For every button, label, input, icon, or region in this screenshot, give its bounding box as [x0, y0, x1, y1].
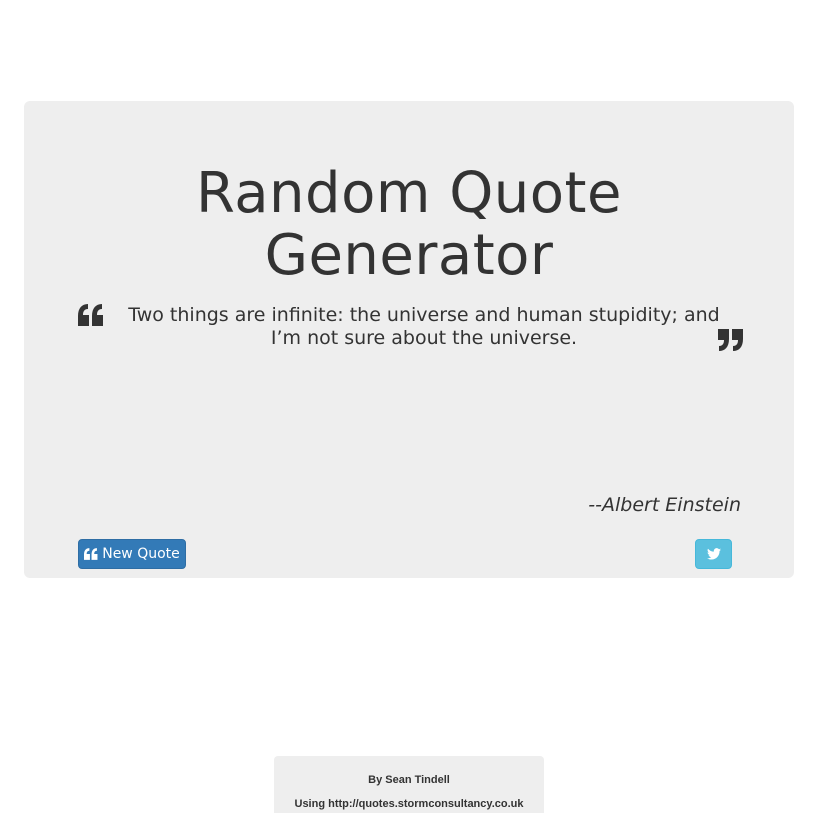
quote-left-icon	[78, 304, 104, 326]
quote-left-icon	[84, 548, 98, 560]
quote-right-icon	[717, 329, 743, 351]
quote-author: --Albert Einstein	[588, 494, 741, 516]
footer-source: Using http://quotes.stormconsultancy.co.…	[294, 798, 524, 810]
quote-text: Two things are infinite: the universe an…	[128, 304, 720, 349]
footer: By Sean Tindell Using http://quotes.stor…	[274, 756, 544, 813]
quote-card: Random Quote Generator Two things are in…	[24, 101, 794, 578]
page-title: Random Quote Generator	[24, 163, 794, 287]
new-quote-button[interactable]: New Quote	[78, 539, 186, 569]
footer-author: By Sean Tindell	[368, 774, 450, 786]
title-line-1: Random Quote	[196, 161, 622, 226]
quote-block: Two things are infinite: the universe an…	[78, 302, 743, 362]
new-quote-label: New Quote	[102, 546, 180, 562]
twitter-icon	[706, 548, 721, 560]
tweet-button[interactable]	[695, 539, 732, 569]
title-line-2: Generator	[264, 223, 554, 288]
